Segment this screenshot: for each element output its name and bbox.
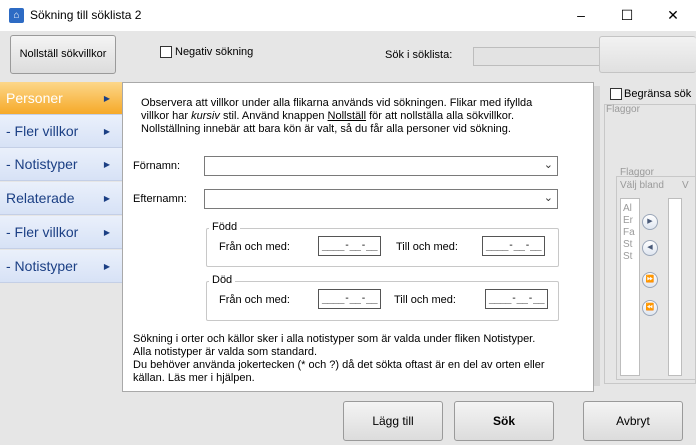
list-item[interactable]: Er — [623, 215, 633, 226]
born-from-date-input[interactable]: ____-__-__ — [318, 236, 381, 256]
sidebar-item-label: - Fler villkor — [6, 224, 79, 240]
selected-flags-list[interactable] — [668, 198, 682, 376]
search-in-list-label: Sök i söklista: — [385, 49, 453, 61]
maximize-button[interactable]: ☐ — [604, 0, 650, 31]
persons-panel: Observera att villkor under alla flikarn… — [122, 82, 594, 392]
info-text: Observera att villkor under alla flikarn… — [141, 97, 532, 136]
footer-line: Sökning i orter och källor sker i alla n… — [133, 333, 536, 345]
lastname-label: Efternamn: — [133, 193, 187, 205]
sidebar-item-more-criteria[interactable]: - Fler villkor ▶ — [0, 115, 122, 148]
add-button[interactable]: Lägg till — [343, 401, 443, 441]
move-left-icon[interactable]: ◀ — [642, 240, 658, 256]
firstname-label: Förnamn: — [133, 160, 181, 172]
sidebar-item-related-note-types[interactable]: - Notistyper ▶ — [0, 250, 122, 283]
chevron-right-icon: ▶ — [103, 228, 110, 237]
title-bar: ⌂ Sökning till söklista 2 – ☐ ✕ — [0, 0, 696, 31]
born-group-title: Född — [209, 221, 241, 233]
sidebar-item-label: - Fler villkor — [6, 123, 79, 139]
move-right-icon[interactable]: ▶ — [642, 214, 658, 230]
reset-link: Nollställ — [327, 110, 367, 122]
minimize-button[interactable]: – — [558, 0, 604, 31]
flags-title-1: Flaggor — [606, 104, 640, 115]
footer-line: Alla notistyper är valda som standard. — [133, 346, 318, 358]
close-button[interactable]: ✕ — [650, 0, 696, 31]
move-all-left-icon[interactable]: ⏪ — [642, 300, 658, 316]
sidebar-item-label: Personer — [6, 90, 63, 106]
chevron-right-icon: ▶ — [103, 160, 110, 169]
limit-search-label: Begränsa sök — [624, 88, 692, 100]
flags-list[interactable]: Al Er Fa St St — [620, 198, 640, 376]
v-label: V — [682, 180, 689, 191]
choose-among-label: Välj bland — [620, 180, 664, 191]
footer-line: Du behöver använda jokertecken (* och ?)… — [133, 359, 545, 371]
app-icon: ⌂ — [9, 8, 24, 23]
list-item[interactable]: Fa — [623, 227, 635, 238]
info-line-2: villkor har kursiv stil. Använd knappen … — [141, 110, 515, 122]
chevron-down-icon[interactable]: ⌄ — [544, 158, 553, 171]
sidebar-item-label: - Notistyper — [6, 258, 78, 274]
died-to-date-input[interactable]: ____-__-__ — [485, 289, 548, 309]
died-group-title: Död — [209, 274, 236, 286]
reset-criteria-button[interactable]: Nollställ sökvillkor — [10, 35, 116, 74]
died-from-date-input[interactable]: ____-__-__ — [318, 289, 381, 309]
sidebar-item-persons[interactable]: Personer ▶ — [0, 82, 122, 115]
lastname-combo[interactable]: ⌄ — [204, 189, 558, 209]
move-all-right-icon[interactable]: ⏩ — [642, 272, 658, 288]
list-item[interactable]: St — [623, 239, 632, 250]
window-title: Sökning till söklista 2 — [30, 8, 142, 22]
sidebar-item-label: Relaterade — [6, 190, 75, 206]
born-to-date-input[interactable]: ____-__-__ — [482, 236, 545, 256]
died-from-label: Från och med: — [219, 294, 290, 306]
died-to-label: Till och med: — [394, 294, 456, 306]
sidebar-item-note-types[interactable]: - Notistyper ▶ — [0, 148, 122, 181]
right-top-button[interactable] — [599, 36, 696, 73]
footer-line: källan. Läs mer i hjälpen. — [133, 372, 255, 384]
search-button[interactable]: Sök — [454, 401, 554, 441]
born-from-label: Från och med: — [219, 241, 290, 253]
info-line-1: Observera att villkor under alla flikarn… — [141, 97, 533, 109]
firstname-combo[interactable]: ⌄ — [204, 156, 558, 176]
info-line-3: Nollställning innebär att bara kön är va… — [141, 123, 511, 135]
list-item[interactable]: Al — [623, 203, 632, 214]
flags-title-2: Flaggor — [620, 167, 654, 178]
chevron-right-icon: ▶ — [103, 94, 110, 103]
sidebar-item-label: - Notistyper — [6, 156, 78, 172]
sidebar-item-related[interactable]: Relaterade ▶ — [0, 182, 122, 215]
chevron-right-icon: ▶ — [103, 262, 110, 271]
chevron-down-icon[interactable]: ⌄ — [544, 191, 553, 204]
list-item[interactable]: St — [623, 251, 632, 262]
limit-search-checkbox[interactable] — [610, 88, 622, 100]
cancel-button[interactable]: Avbryt — [583, 401, 683, 441]
negative-search-checkbox[interactable] — [160, 46, 172, 58]
footer-text: Sökning i orter och källor sker i alla n… — [133, 333, 545, 385]
chevron-right-icon: ▶ — [103, 194, 110, 203]
negative-search-label: Negativ sökning — [175, 46, 254, 58]
sidebar-item-related-more-criteria[interactable]: - Fler villkor ▶ — [0, 216, 122, 249]
chevron-right-icon: ▶ — [103, 127, 110, 136]
flags-panel: Begränsa sök Flaggor Flaggor Välj bland … — [600, 82, 696, 392]
born-to-label: Till och med: — [396, 241, 458, 253]
